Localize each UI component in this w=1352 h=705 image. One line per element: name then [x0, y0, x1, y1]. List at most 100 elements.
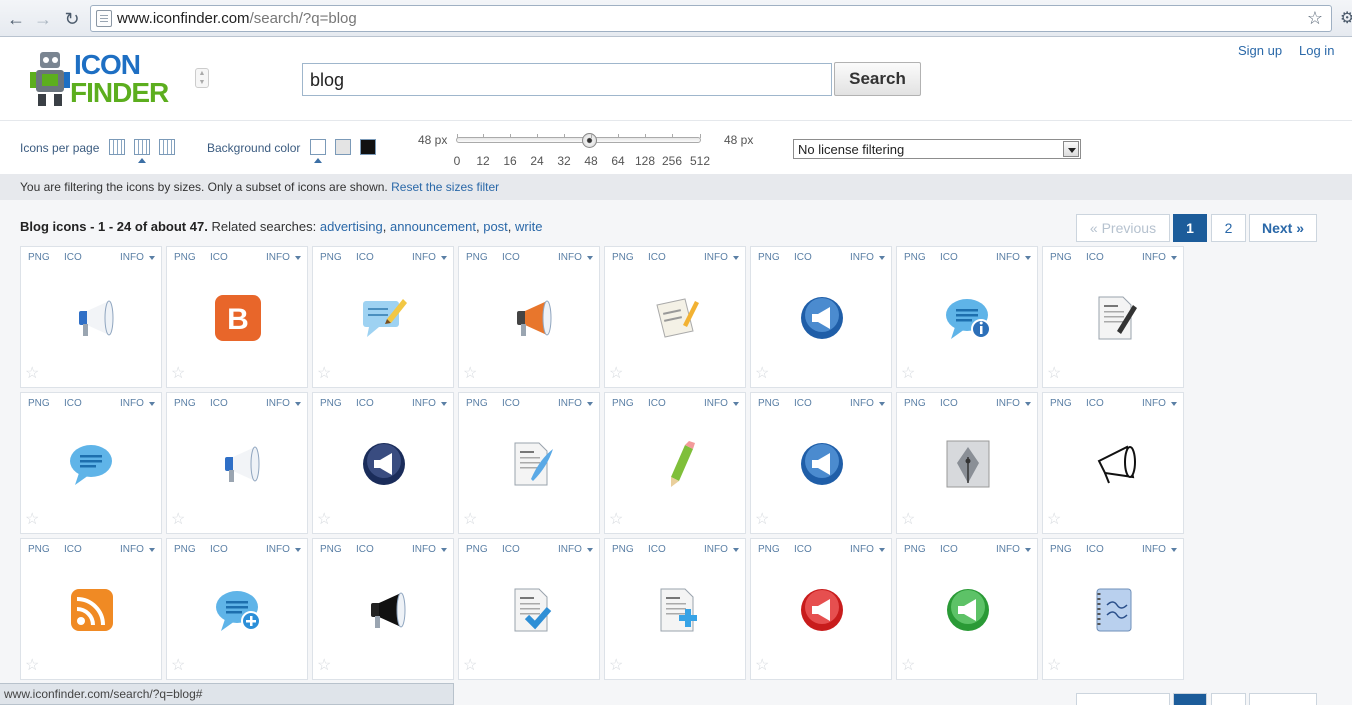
icon-card[interactable]: PNG ICO INFO ☆: [896, 538, 1038, 680]
png-download-link[interactable]: PNG: [904, 252, 926, 263]
ico-download-link[interactable]: ICO: [794, 544, 812, 555]
info-dropdown[interactable]: INFO: [558, 252, 582, 263]
bottom-page-1-button[interactable]: [1173, 693, 1207, 705]
blog-document-pen-icon[interactable]: [1083, 291, 1145, 345]
icon-card[interactable]: PNG ICO INFO ☆: [312, 246, 454, 388]
info-dropdown[interactable]: INFO: [558, 398, 582, 409]
icon-card[interactable]: PNG ICO INFO ☆: [458, 246, 600, 388]
png-download-link[interactable]: PNG: [466, 398, 488, 409]
icon-card[interactable]: PNG ICO INFO ☆: [166, 538, 308, 680]
forward-arrow-icon[interactable]: →: [32, 8, 54, 30]
info-dropdown[interactable]: INFO: [412, 252, 436, 263]
chat-info-icon[interactable]: [937, 291, 999, 345]
info-dropdown[interactable]: INFO: [558, 544, 582, 555]
ico-download-link[interactable]: ICO: [210, 252, 228, 263]
reload-icon[interactable]: ↻: [61, 8, 83, 30]
icon-card[interactable]: PNG ICO INFO ☆: [750, 246, 892, 388]
back-arrow-icon[interactable]: ←: [5, 8, 27, 30]
ico-download-link[interactable]: ICO: [1086, 252, 1104, 263]
ico-download-link[interactable]: ICO: [64, 252, 82, 263]
icon-card[interactable]: PNG ICO INFO ☆: [604, 392, 746, 534]
info-dropdown[interactable]: INFO: [850, 398, 874, 409]
icon-card[interactable]: PNG ICO INFO ☆: [896, 392, 1038, 534]
favorite-star-icon[interactable]: ☆: [25, 509, 39, 529]
info-dropdown[interactable]: INFO: [850, 252, 874, 263]
info-dropdown[interactable]: INFO: [412, 544, 436, 555]
related-link-write[interactable]: write: [515, 219, 542, 234]
icon-card[interactable]: PNG ICO INFO ☆: [750, 392, 892, 534]
icon-card[interactable]: PNG ICO INFO ☆: [1042, 538, 1184, 680]
png-download-link[interactable]: PNG: [904, 544, 926, 555]
favorite-star-icon[interactable]: ☆: [1047, 363, 1061, 383]
ico-download-link[interactable]: ICO: [64, 544, 82, 555]
info-dropdown[interactable]: INFO: [120, 544, 144, 555]
megaphone-sketch-icon[interactable]: [1083, 437, 1145, 491]
png-download-link[interactable]: PNG: [174, 398, 196, 409]
png-download-link[interactable]: PNG: [174, 252, 196, 263]
fountain-pen-nib-icon[interactable]: [937, 437, 999, 491]
png-download-link[interactable]: PNG: [904, 398, 926, 409]
info-dropdown[interactable]: INFO: [266, 398, 290, 409]
info-dropdown[interactable]: INFO: [704, 398, 728, 409]
png-download-link[interactable]: PNG: [758, 252, 780, 263]
icon-card[interactable]: PNG ICO INFO ☆: [604, 538, 746, 680]
info-dropdown[interactable]: INFO: [996, 398, 1020, 409]
png-download-link[interactable]: PNG: [28, 398, 50, 409]
info-dropdown[interactable]: INFO: [120, 398, 144, 409]
png-download-link[interactable]: PNG: [758, 398, 780, 409]
bottom-next-button[interactable]: [1249, 693, 1317, 705]
address-bar[interactable]: www.iconfinder.com/search/?q=blog ☆: [90, 5, 1332, 32]
ico-download-link[interactable]: ICO: [64, 398, 82, 409]
megaphone-orange-icon[interactable]: [499, 291, 561, 345]
ico-download-link[interactable]: ICO: [648, 544, 666, 555]
blog-document-check-icon[interactable]: [499, 583, 561, 637]
png-download-link[interactable]: PNG: [1050, 398, 1072, 409]
chat-add-icon[interactable]: [207, 583, 269, 637]
favorite-star-icon[interactable]: ☆: [609, 509, 623, 529]
ico-download-link[interactable]: ICO: [648, 252, 666, 263]
icon-card[interactable]: PNG ICO INFO ☆: [750, 538, 892, 680]
bg-black-swatch[interactable]: [360, 139, 376, 155]
next-page-button[interactable]: Next »: [1249, 214, 1317, 242]
favorite-star-icon[interactable]: ☆: [463, 655, 477, 675]
dropdown-arrow-icon[interactable]: [1063, 141, 1079, 157]
icon-card[interactable]: PNG ICO INFO ☆: [20, 392, 162, 534]
ico-download-link[interactable]: ICO: [502, 252, 520, 263]
icon-card[interactable]: PNG ICO INFO ☆: [896, 246, 1038, 388]
png-download-link[interactable]: PNG: [320, 398, 342, 409]
pencil-green-icon[interactable]: [645, 437, 707, 491]
png-download-link[interactable]: PNG: [174, 544, 196, 555]
icon-card[interactable]: PNG ICO INFO ☆: [166, 392, 308, 534]
icon-card[interactable]: PNG ICO INFO ☆: [458, 538, 600, 680]
ico-download-link[interactable]: ICO: [356, 544, 374, 555]
bg-gray-swatch[interactable]: [335, 139, 351, 155]
favorite-star-icon[interactable]: ☆: [171, 363, 185, 383]
favorite-star-icon[interactable]: ☆: [317, 655, 331, 675]
megaphone-green-round-icon[interactable]: [937, 583, 999, 637]
favorite-star-icon[interactable]: ☆: [755, 655, 769, 675]
page-1-button[interactable]: 1: [1173, 214, 1207, 242]
bookmark-star-icon[interactable]: ☆: [1307, 8, 1323, 29]
blog-document-add-icon[interactable]: [645, 583, 707, 637]
png-download-link[interactable]: PNG: [320, 252, 342, 263]
info-dropdown[interactable]: INFO: [412, 398, 436, 409]
info-dropdown[interactable]: INFO: [996, 544, 1020, 555]
ico-download-link[interactable]: ICO: [1086, 398, 1104, 409]
megaphone-white-icon[interactable]: [61, 291, 123, 345]
info-dropdown[interactable]: INFO: [1142, 252, 1166, 263]
icon-card[interactable]: PNG ICO INFO ☆: [1042, 392, 1184, 534]
chat-bubble-blue-icon[interactable]: [61, 437, 123, 491]
icon-card[interactable]: PNG ICO INFO ☆: [604, 246, 746, 388]
icon-card[interactable]: PNG ICO INFO ☆: [20, 538, 162, 680]
ico-download-link[interactable]: ICO: [210, 544, 228, 555]
per-page-large-icon[interactable]: [159, 139, 175, 155]
favorite-star-icon[interactable]: ☆: [901, 509, 915, 529]
megaphone-black-icon[interactable]: [353, 583, 415, 637]
favorite-star-icon[interactable]: ☆: [25, 655, 39, 675]
info-dropdown[interactable]: INFO: [996, 252, 1020, 263]
dear-diary-notebook-icon[interactable]: [1083, 583, 1145, 637]
ico-download-link[interactable]: ICO: [502, 544, 520, 555]
png-download-link[interactable]: PNG: [1050, 544, 1072, 555]
info-dropdown[interactable]: INFO: [120, 252, 144, 263]
favorite-star-icon[interactable]: ☆: [317, 509, 331, 529]
